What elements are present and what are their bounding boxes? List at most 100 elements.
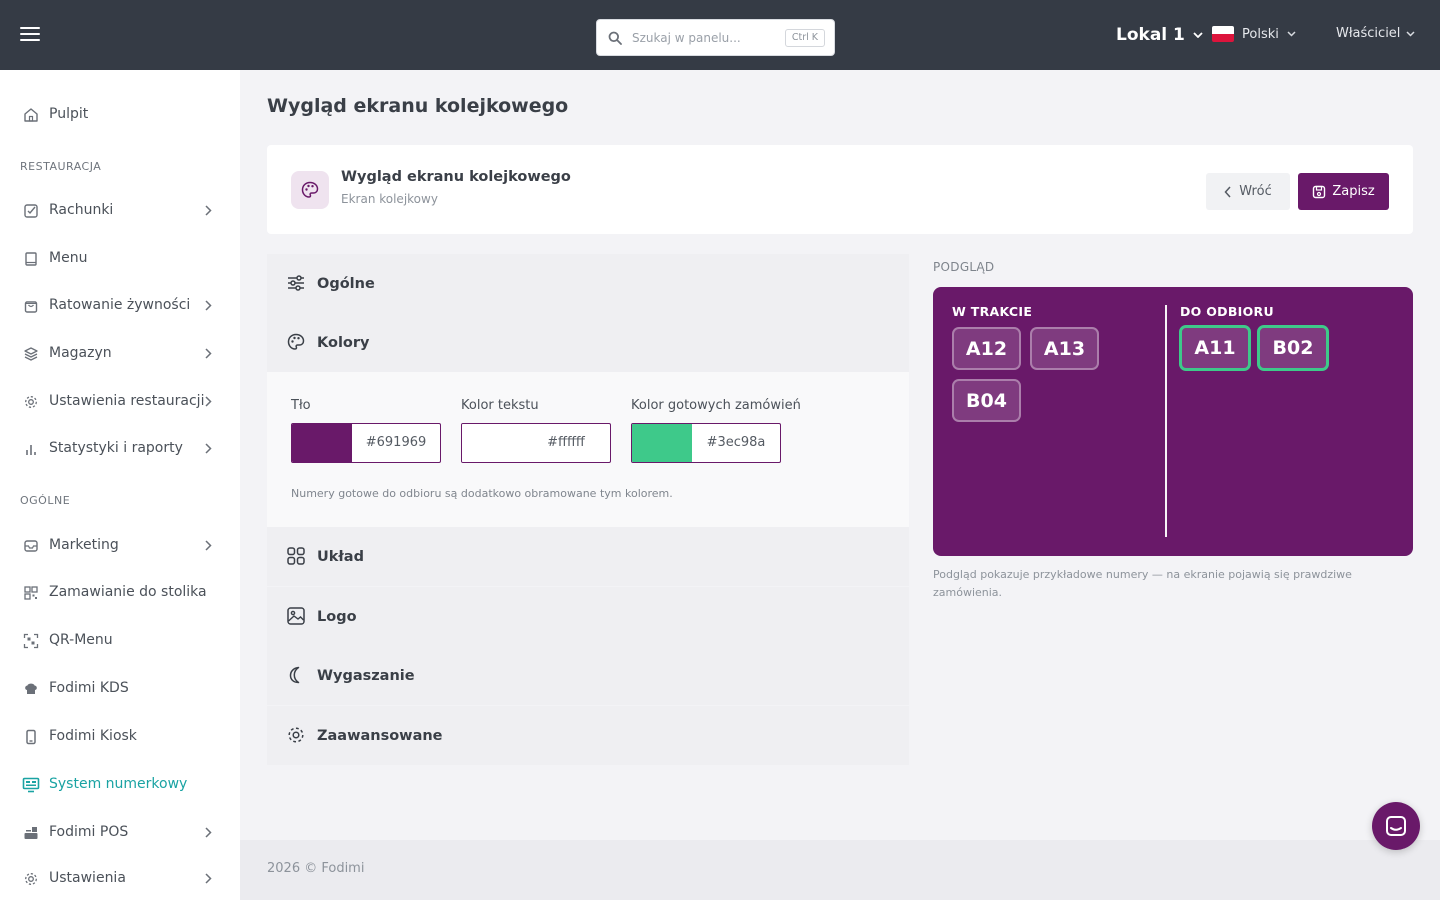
card-subtitle: Ekran kolejkowy xyxy=(341,192,438,206)
chevron-right-icon xyxy=(205,205,212,216)
sidebar-item-food-rescue[interactable]: Ratowanie żywności xyxy=(0,285,240,325)
section-screensaver-header[interactable]: Wygaszanie xyxy=(267,646,909,705)
top-bar: Ctrl K Lokal 1 Polski Właściciel xyxy=(0,0,1440,70)
chevron-right-icon xyxy=(205,396,212,407)
section-advanced-header[interactable]: Zaawansowane xyxy=(267,706,909,765)
ready-title: DO ODBIORU xyxy=(1180,304,1274,319)
sidebar: Pulpit RESTAURACJA Rachunki Menu Ratowan… xyxy=(0,70,240,900)
sidebar-item-warehouse[interactable]: Magazyn xyxy=(0,333,240,373)
section-layout-header[interactable]: Układ xyxy=(267,527,909,586)
language-label: Polski xyxy=(1242,26,1279,42)
section-restaurant: RESTAURACJA xyxy=(20,160,102,173)
preview-label: PODGLĄD xyxy=(933,260,995,274)
text-color-label: Kolor tekstu xyxy=(461,398,539,413)
chat-icon xyxy=(1386,816,1406,836)
section-colors-header[interactable]: Kolory xyxy=(267,313,909,372)
card-title: Wygląd ekranu kolejkowego xyxy=(341,169,571,185)
chevron-right-icon xyxy=(205,827,212,838)
chevron-left-icon xyxy=(1224,185,1231,198)
checklist-icon xyxy=(22,202,40,220)
section-logo-header[interactable]: Logo xyxy=(267,587,909,646)
in-progress-number: B04 xyxy=(952,379,1021,422)
colors-panel: Tło #691969 Kolor tekstu #ffffff Kolor g… xyxy=(267,372,909,527)
grid-icon xyxy=(287,547,305,565)
sidebar-item-table-ordering[interactable]: Zamawianie do stolika xyxy=(0,572,240,612)
sidebar-item-menu[interactable]: Menu xyxy=(0,238,240,278)
in-progress-number: A13 xyxy=(1030,327,1099,370)
section-general: OGÓLNE xyxy=(20,494,71,507)
moon-icon xyxy=(289,666,300,684)
poland-flag-icon xyxy=(1212,26,1234,42)
sidebar-item-marketing[interactable]: Marketing xyxy=(0,525,240,565)
colors-hint: Numery gotowe do odbioru są dodatkowo ob… xyxy=(291,487,673,500)
search-input[interactable] xyxy=(632,29,777,47)
location-selector[interactable]: Lokal 1 xyxy=(1116,25,1203,45)
chevron-right-icon xyxy=(205,540,212,551)
chevron-right-icon xyxy=(205,443,212,454)
sidebar-item-statistics[interactable]: Statystyki i raporty xyxy=(0,428,240,468)
in-progress-title: W TRAKCIE xyxy=(952,304,1033,319)
text-color-input[interactable]: #ffffff xyxy=(461,423,611,463)
sidebar-item-bills[interactable]: Rachunki xyxy=(0,190,240,230)
image-icon xyxy=(287,607,305,625)
sidebar-item-qr-menu[interactable]: QR-Menu xyxy=(0,620,240,660)
preview-note: Podgląd pokazuje przykładowe numery — na… xyxy=(933,568,1352,599)
ready-color-swatch[interactable] xyxy=(632,424,692,462)
background-label: Tło xyxy=(291,398,311,413)
queue-preview: W TRAKCIE DO ODBIORU A12 A13 B04 A11 B02 xyxy=(933,287,1413,556)
chef-hat-icon xyxy=(22,680,40,698)
pos-terminal-icon xyxy=(22,824,40,842)
ready-color-input[interactable]: #3ec98a xyxy=(631,423,781,463)
background-swatch[interactable] xyxy=(292,424,352,462)
back-button[interactable]: Wróć xyxy=(1206,173,1290,210)
footer-copyright: 2026 © Fodimi xyxy=(267,861,365,876)
background-color-input[interactable]: #691969 xyxy=(291,423,441,463)
home-icon xyxy=(22,106,40,124)
user-label: Właściciel xyxy=(1336,26,1401,41)
search-box[interactable]: Ctrl K xyxy=(596,19,835,56)
menu-toggle-icon[interactable] xyxy=(20,26,40,42)
bar-chart-icon xyxy=(22,440,40,458)
shopping-bag-icon xyxy=(22,297,40,315)
sidebar-item-kds[interactable]: Fodimi KDS xyxy=(0,668,240,708)
sidebar-item-settings[interactable]: Ustawienia xyxy=(0,858,240,898)
ready-number: B02 xyxy=(1257,325,1329,371)
search-icon xyxy=(608,31,622,45)
chevron-down-icon xyxy=(1193,32,1203,38)
chevron-down-icon xyxy=(1406,30,1415,37)
chevron-right-icon xyxy=(205,873,212,884)
inbox-icon xyxy=(22,537,40,555)
in-progress-number: A12 xyxy=(952,327,1021,370)
save-icon xyxy=(1313,185,1326,198)
save-button[interactable]: Zapisz xyxy=(1298,173,1389,210)
palette-icon xyxy=(287,333,305,350)
qr-scan-icon xyxy=(22,632,40,650)
qr-code-icon xyxy=(22,584,40,602)
user-menu[interactable]: Właściciel xyxy=(1336,26,1415,41)
book-icon xyxy=(22,250,40,268)
layers-icon xyxy=(22,345,40,363)
section-general-header[interactable]: Ogólne xyxy=(267,254,909,313)
kiosk-icon xyxy=(22,728,40,746)
search-shortcut-badge: Ctrl K xyxy=(784,29,825,47)
sidebar-item-restaurant-settings[interactable]: Ustawienia restauracji xyxy=(0,381,240,421)
ready-number: A11 xyxy=(1179,325,1251,371)
sidebar-item-queue-system[interactable]: System numerkowy xyxy=(0,764,240,804)
footer-bar xyxy=(240,840,1440,900)
sliders-icon xyxy=(288,275,304,291)
gear-icon xyxy=(288,727,304,743)
palette-icon xyxy=(291,171,329,209)
preview-divider xyxy=(1165,305,1167,537)
sidebar-item-kiosk[interactable]: Fodimi Kiosk xyxy=(0,716,240,756)
monitor-icon xyxy=(22,776,40,794)
chevron-right-icon xyxy=(205,300,212,311)
page-title: Wygląd ekranu kolejkowego xyxy=(267,95,569,117)
gear-icon xyxy=(22,870,40,888)
chevron-right-icon xyxy=(205,348,212,359)
sidebar-item-pos[interactable]: Fodimi POS xyxy=(0,812,240,852)
language-selector[interactable]: Polski xyxy=(1212,26,1296,42)
text-color-swatch[interactable] xyxy=(462,424,522,462)
chevron-down-icon xyxy=(1287,31,1296,37)
sidebar-item-dashboard[interactable]: Pulpit xyxy=(0,94,240,134)
chat-button[interactable] xyxy=(1372,802,1420,850)
